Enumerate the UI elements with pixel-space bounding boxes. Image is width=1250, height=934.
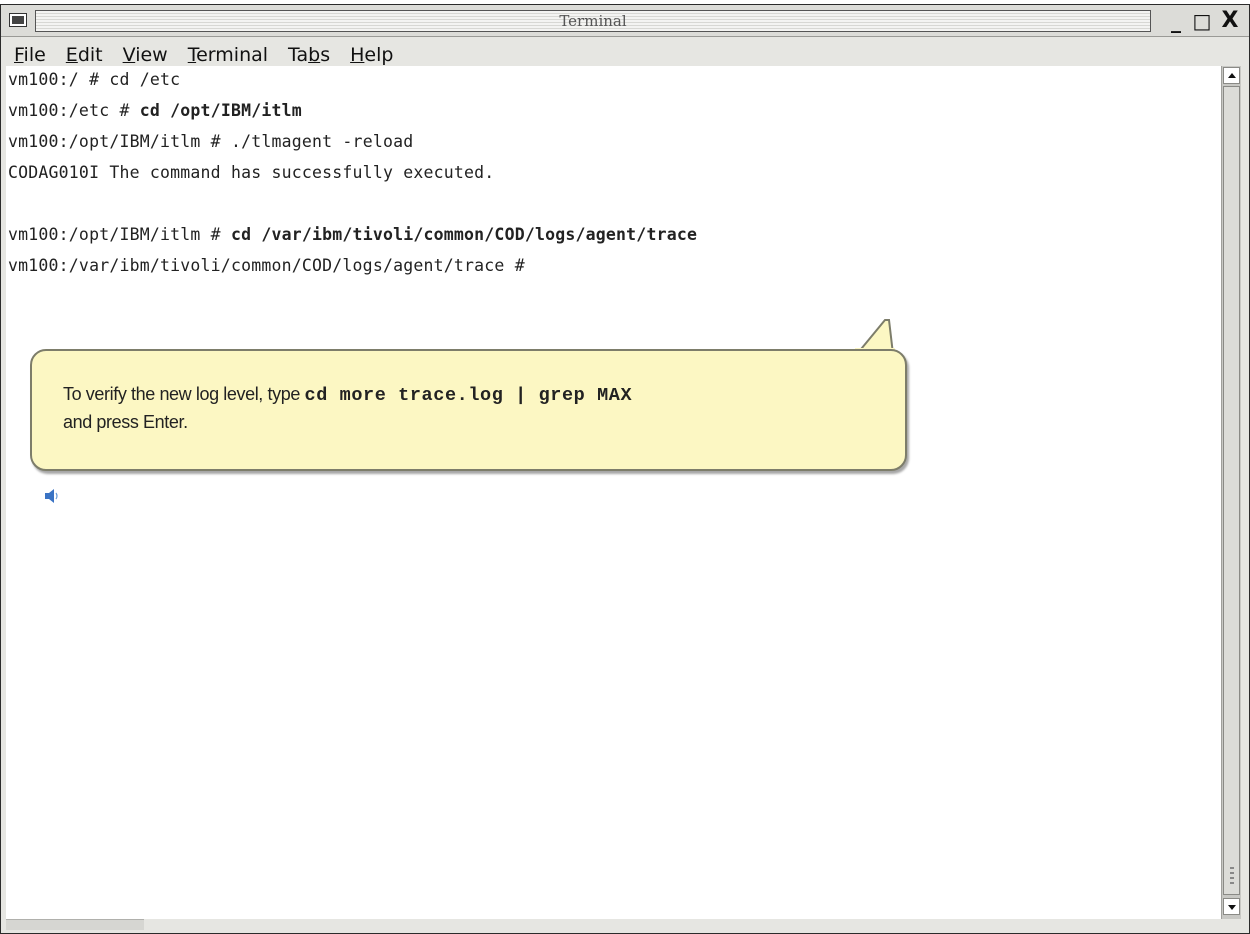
title-bar[interactable]: Terminal _ □ X [1, 5, 1249, 37]
menu-file[interactable]: File [14, 44, 46, 66]
menu-view[interactable]: View [123, 44, 168, 66]
menu-tabs[interactable]: Tabs [288, 44, 330, 66]
speaker-icon[interactable] [44, 489, 60, 503]
terminal-line: vm100:/var/ibm/tivoli/common/COD/logs/ag… [8, 256, 535, 275]
window-title: Terminal [559, 12, 627, 30]
terminal-line: vm100:/etc # cd /opt/IBM/itlm [8, 101, 302, 120]
callout-text: To verify the new log level, type cd mor… [63, 384, 633, 432]
callout-command: cd more trace.log | grep MAX [304, 385, 633, 406]
menu-edit[interactable]: Edit [66, 44, 103, 66]
maximize-button[interactable]: □ [1189, 9, 1215, 33]
terminal-output[interactable]: vm100:/ # cd /etc vm100:/etc # cd /opt/I… [6, 66, 1221, 919]
minimize-button[interactable]: _ [1163, 9, 1189, 33]
scroll-thumb[interactable] [1223, 86, 1240, 895]
close-button[interactable]: X [1217, 9, 1243, 33]
menu-help[interactable]: Help [350, 44, 393, 66]
title-field[interactable]: Terminal [35, 10, 1151, 32]
menu-terminal[interactable]: Terminal [188, 44, 268, 66]
terminal-line: vm100:/opt/IBM/itlm # cd /var/ibm/tivoli… [8, 225, 698, 244]
vertical-scrollbar[interactable] [1221, 66, 1241, 919]
instruction-callout: To verify the new log level, type cd mor… [30, 349, 907, 471]
bottom-tab-strip [6, 919, 144, 930]
terminal-line: vm100:/opt/IBM/itlm # ./tlmagent -reload [8, 132, 414, 151]
scroll-up-icon[interactable] [1223, 67, 1240, 84]
terminal-line: CODAG010I The command has successfully e… [8, 163, 495, 182]
scroll-grip-icon [1230, 867, 1234, 887]
terminal-line: vm100:/ # cd /etc [8, 70, 181, 89]
window-menu-icon[interactable] [9, 13, 27, 27]
scroll-down-icon[interactable] [1223, 898, 1240, 915]
